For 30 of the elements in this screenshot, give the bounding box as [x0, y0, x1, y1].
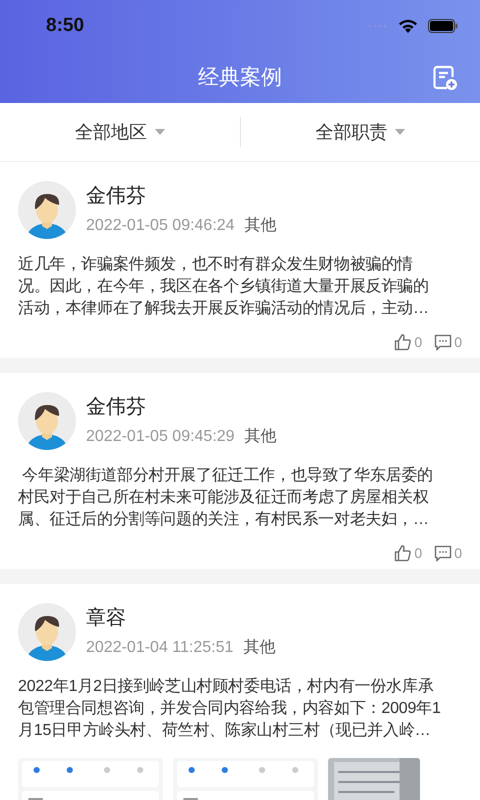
like-button[interactable]: 0 — [394, 542, 422, 564]
case-summary: 今年梁湖街道部分村开展了征迁工作，也导致了华东居委的 村民对于自己所在村未来可能涉及征迁而考虑了房屋相关权 属、征迁后的分割等问题的关注，有村民系一对老夫妇，… — [18, 466, 434, 530]
status-time: 8:50 — [46, 14, 84, 38]
battery-icon — [428, 19, 458, 33]
comment-icon — [434, 334, 452, 350]
wifi-icon — [398, 18, 418, 34]
filter-dropdown[interactable]: 全部职责 — [315, 118, 406, 146]
author-name: 章容 — [86, 606, 127, 630]
author-name: 金伟芬 — [86, 395, 147, 419]
caret-icon — [154, 129, 165, 135]
like-button[interactable]: 0 — [394, 332, 422, 352]
thumbs-up-icon — [394, 333, 412, 351]
post-time: 2022-01-05 09:46:24 — [86, 216, 235, 236]
case-summary: 2022年1月2日接到岭芝山村顾村委电话，村内有一份水库承 包管理合同想咨询，并发合同内容给我，内容如下：2009年1 月15日甲方岭头村、荷竺村、陈家山村三村（现已并入岭… — [18, 676, 442, 741]
case-summary: 近几年，诈骗案件频发，也不时有群众发生财物被骗的情 况。因此，在今年，我区在各个乡镇街道大量开展反诈骗的 活动，本律师在了解我去开展反诈骗活动的情况后，主动… — [18, 254, 430, 319]
comment-icon — [434, 544, 452, 562]
category-label: 其他 — [244, 216, 277, 236]
author-name: 金伟芬 — [86, 184, 147, 208]
comment-button[interactable]: 0 — [434, 332, 462, 352]
document-plus-icon — [432, 65, 458, 91]
post-time: 2022-01-05 09:45:29 — [86, 427, 235, 447]
category-label: 其他 — [244, 427, 277, 447]
page-title: 经典案例 — [198, 64, 282, 91]
filter-dropdown[interactable]: 全部地区 — [74, 118, 165, 146]
caret-icon — [395, 129, 406, 135]
post-time: 2022-01-04 11:25:51 — [86, 638, 234, 658]
add-case-button[interactable] — [432, 65, 458, 91]
comment-button[interactable]: 0 — [434, 542, 462, 564]
thumbs-up-icon — [394, 544, 412, 562]
category-label: 其他 — [243, 638, 276, 658]
